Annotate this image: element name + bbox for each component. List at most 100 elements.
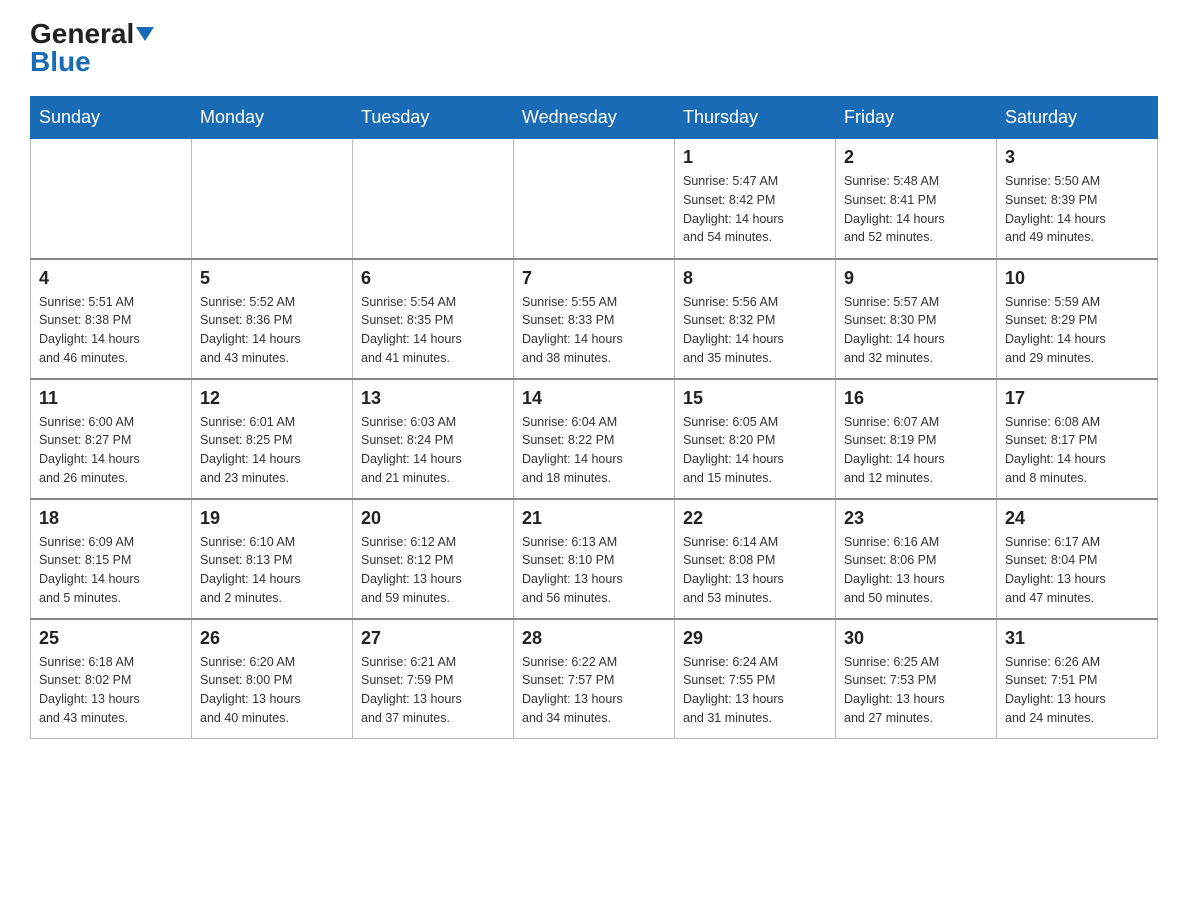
day-info: Sunrise: 6:16 AM Sunset: 8:06 PM Dayligh… bbox=[844, 533, 988, 608]
day-number: 11 bbox=[39, 388, 183, 409]
calendar-cell: 13 Sunrise: 6:03 AM Sunset: 8:24 PM Dayli… bbox=[353, 379, 514, 499]
day-number: 10 bbox=[1005, 268, 1149, 289]
day-info: Sunrise: 6:00 AM Sunset: 8:27 PM Dayligh… bbox=[39, 413, 183, 488]
logo-text: GeneralBlue bbox=[30, 20, 154, 76]
day-info: Sunrise: 6:10 AM Sunset: 8:13 PM Dayligh… bbox=[200, 533, 344, 608]
weekday-wednesday: Wednesday bbox=[514, 97, 675, 139]
calendar-cell: 30 Sunrise: 6:25 AM Sunset: 7:53 PM Dayli… bbox=[836, 619, 997, 739]
calendar-cell: 9Sunrise: 5:57 AM Sunset: 8:30 PM Daylig… bbox=[836, 259, 997, 379]
day-number: 3 bbox=[1005, 147, 1149, 168]
day-number: 19 bbox=[200, 508, 344, 529]
day-number: 2 bbox=[844, 147, 988, 168]
calendar-cell: 23 Sunrise: 6:16 AM Sunset: 8:06 PM Dayli… bbox=[836, 499, 997, 619]
week-row-3: 11 Sunrise: 6:00 AM Sunset: 8:27 PM Dayli… bbox=[31, 379, 1158, 499]
calendar-cell: 19 Sunrise: 6:10 AM Sunset: 8:13 PM Dayli… bbox=[192, 499, 353, 619]
day-info: Sunrise: 5:59 AM Sunset: 8:29 PM Dayligh… bbox=[1005, 293, 1149, 368]
weekday-thursday: Thursday bbox=[675, 97, 836, 139]
day-number: 27 bbox=[361, 628, 505, 649]
weekday-sunday: Sunday bbox=[31, 97, 192, 139]
calendar-cell bbox=[514, 139, 675, 259]
calendar-cell: 6 Sunrise: 5:54 AM Sunset: 8:35 PM Daylig… bbox=[353, 259, 514, 379]
day-info: Sunrise: 6:05 AM Sunset: 8:20 PM Dayligh… bbox=[683, 413, 827, 488]
week-row-5: 25 Sunrise: 6:18 AM Sunset: 8:02 PM Dayli… bbox=[31, 619, 1158, 739]
weekday-tuesday: Tuesday bbox=[353, 97, 514, 139]
day-info: Sunrise: 5:50 AM Sunset: 8:39 PM Dayligh… bbox=[1005, 172, 1149, 247]
day-info: Sunrise: 5:48 AM Sunset: 8:41 PM Dayligh… bbox=[844, 172, 988, 247]
calendar-cell: 27 Sunrise: 6:21 AM Sunset: 7:59 PM Dayli… bbox=[353, 619, 514, 739]
weekday-monday: Monday bbox=[192, 97, 353, 139]
calendar-cell: 1 Sunrise: 5:47 AM Sunset: 8:42 PM Daylig… bbox=[675, 139, 836, 259]
day-info: Sunrise: 5:55 AM Sunset: 8:33 PM Dayligh… bbox=[522, 293, 666, 368]
calendar-cell: 11 Sunrise: 6:00 AM Sunset: 8:27 PM Dayli… bbox=[31, 379, 192, 499]
day-info: Sunrise: 5:54 AM Sunset: 8:35 PM Dayligh… bbox=[361, 293, 505, 368]
calendar-cell: 18 Sunrise: 6:09 AM Sunset: 8:15 PM Dayli… bbox=[31, 499, 192, 619]
day-info: Sunrise: 6:14 AM Sunset: 8:08 PM Dayligh… bbox=[683, 533, 827, 608]
day-number: 24 bbox=[1005, 508, 1149, 529]
day-info: Sunrise: 6:04 AM Sunset: 8:22 PM Dayligh… bbox=[522, 413, 666, 488]
week-row-1: 1 Sunrise: 5:47 AM Sunset: 8:42 PM Daylig… bbox=[31, 139, 1158, 259]
day-number: 23 bbox=[844, 508, 988, 529]
week-row-2: 4 Sunrise: 5:51 AM Sunset: 8:38 PM Daylig… bbox=[31, 259, 1158, 379]
calendar-cell: 29 Sunrise: 6:24 AM Sunset: 7:55 PM Dayli… bbox=[675, 619, 836, 739]
day-number: 9 bbox=[844, 268, 988, 289]
day-number: 14 bbox=[522, 388, 666, 409]
day-number: 20 bbox=[361, 508, 505, 529]
calendar-cell bbox=[192, 139, 353, 259]
day-info: Sunrise: 6:01 AM Sunset: 8:25 PM Dayligh… bbox=[200, 413, 344, 488]
day-number: 29 bbox=[683, 628, 827, 649]
day-number: 26 bbox=[200, 628, 344, 649]
day-info: Sunrise: 6:12 AM Sunset: 8:12 PM Dayligh… bbox=[361, 533, 505, 608]
day-number: 31 bbox=[1005, 628, 1149, 649]
day-number: 13 bbox=[361, 388, 505, 409]
calendar-cell: 12 Sunrise: 6:01 AM Sunset: 8:25 PM Dayli… bbox=[192, 379, 353, 499]
day-number: 25 bbox=[39, 628, 183, 649]
calendar-cell: 8Sunrise: 5:56 AM Sunset: 8:32 PM Daylig… bbox=[675, 259, 836, 379]
day-number: 21 bbox=[522, 508, 666, 529]
logo-general: General bbox=[30, 18, 134, 49]
logo-blue: Blue bbox=[30, 46, 91, 77]
day-info: Sunrise: 6:21 AM Sunset: 7:59 PM Dayligh… bbox=[361, 653, 505, 728]
day-info: Sunrise: 6:22 AM Sunset: 7:57 PM Dayligh… bbox=[522, 653, 666, 728]
calendar-cell: 15Sunrise: 6:05 AM Sunset: 8:20 PM Dayli… bbox=[675, 379, 836, 499]
calendar-cell: 3 Sunrise: 5:50 AM Sunset: 8:39 PM Daylig… bbox=[997, 139, 1158, 259]
calendar-cell: 21 Sunrise: 6:13 AM Sunset: 8:10 PM Dayli… bbox=[514, 499, 675, 619]
calendar-cell: 17Sunrise: 6:08 AM Sunset: 8:17 PM Dayli… bbox=[997, 379, 1158, 499]
calendar-cell: 20 Sunrise: 6:12 AM Sunset: 8:12 PM Dayli… bbox=[353, 499, 514, 619]
day-info: Sunrise: 6:18 AM Sunset: 8:02 PM Dayligh… bbox=[39, 653, 183, 728]
calendar-header: SundayMondayTuesdayWednesdayThursdayFrid… bbox=[31, 97, 1158, 139]
day-info: Sunrise: 6:24 AM Sunset: 7:55 PM Dayligh… bbox=[683, 653, 827, 728]
calendar-cell: 31 Sunrise: 6:26 AM Sunset: 7:51 PM Dayli… bbox=[997, 619, 1158, 739]
calendar-cell: 2 Sunrise: 5:48 AM Sunset: 8:41 PM Daylig… bbox=[836, 139, 997, 259]
day-number: 6 bbox=[361, 268, 505, 289]
weekday-friday: Friday bbox=[836, 97, 997, 139]
calendar-cell bbox=[31, 139, 192, 259]
calendar-cell: 5Sunrise: 5:52 AM Sunset: 8:36 PM Daylig… bbox=[192, 259, 353, 379]
day-info: Sunrise: 6:08 AM Sunset: 8:17 PM Dayligh… bbox=[1005, 413, 1149, 488]
weekday-header-row: SundayMondayTuesdayWednesdayThursdayFrid… bbox=[31, 97, 1158, 139]
day-number: 22 bbox=[683, 508, 827, 529]
day-info: Sunrise: 6:26 AM Sunset: 7:51 PM Dayligh… bbox=[1005, 653, 1149, 728]
day-info: Sunrise: 6:13 AM Sunset: 8:10 PM Dayligh… bbox=[522, 533, 666, 608]
calendar-body: 1 Sunrise: 5:47 AM Sunset: 8:42 PM Daylig… bbox=[31, 139, 1158, 739]
day-number: 30 bbox=[844, 628, 988, 649]
calendar-cell: 14 Sunrise: 6:04 AM Sunset: 8:22 PM Dayli… bbox=[514, 379, 675, 499]
calendar-cell: 10 Sunrise: 5:59 AM Sunset: 8:29 PM Dayli… bbox=[997, 259, 1158, 379]
day-number: 4 bbox=[39, 268, 183, 289]
day-number: 12 bbox=[200, 388, 344, 409]
day-number: 1 bbox=[683, 147, 827, 168]
page-header: GeneralBlue bbox=[30, 20, 1158, 76]
day-info: Sunrise: 6:03 AM Sunset: 8:24 PM Dayligh… bbox=[361, 413, 505, 488]
day-info: Sunrise: 6:25 AM Sunset: 7:53 PM Dayligh… bbox=[844, 653, 988, 728]
day-number: 18 bbox=[39, 508, 183, 529]
calendar-cell: 25 Sunrise: 6:18 AM Sunset: 8:02 PM Dayli… bbox=[31, 619, 192, 739]
calendar-table: SundayMondayTuesdayWednesdayThursdayFrid… bbox=[30, 96, 1158, 739]
day-info: Sunrise: 6:09 AM Sunset: 8:15 PM Dayligh… bbox=[39, 533, 183, 608]
calendar-cell: 24Sunrise: 6:17 AM Sunset: 8:04 PM Dayli… bbox=[997, 499, 1158, 619]
day-number: 5 bbox=[200, 268, 344, 289]
logo: GeneralBlue bbox=[30, 20, 154, 76]
day-info: Sunrise: 6:20 AM Sunset: 8:00 PM Dayligh… bbox=[200, 653, 344, 728]
day-info: Sunrise: 5:51 AM Sunset: 8:38 PM Dayligh… bbox=[39, 293, 183, 368]
weekday-saturday: Saturday bbox=[997, 97, 1158, 139]
week-row-4: 18 Sunrise: 6:09 AM Sunset: 8:15 PM Dayli… bbox=[31, 499, 1158, 619]
day-info: Sunrise: 5:47 AM Sunset: 8:42 PM Dayligh… bbox=[683, 172, 827, 247]
